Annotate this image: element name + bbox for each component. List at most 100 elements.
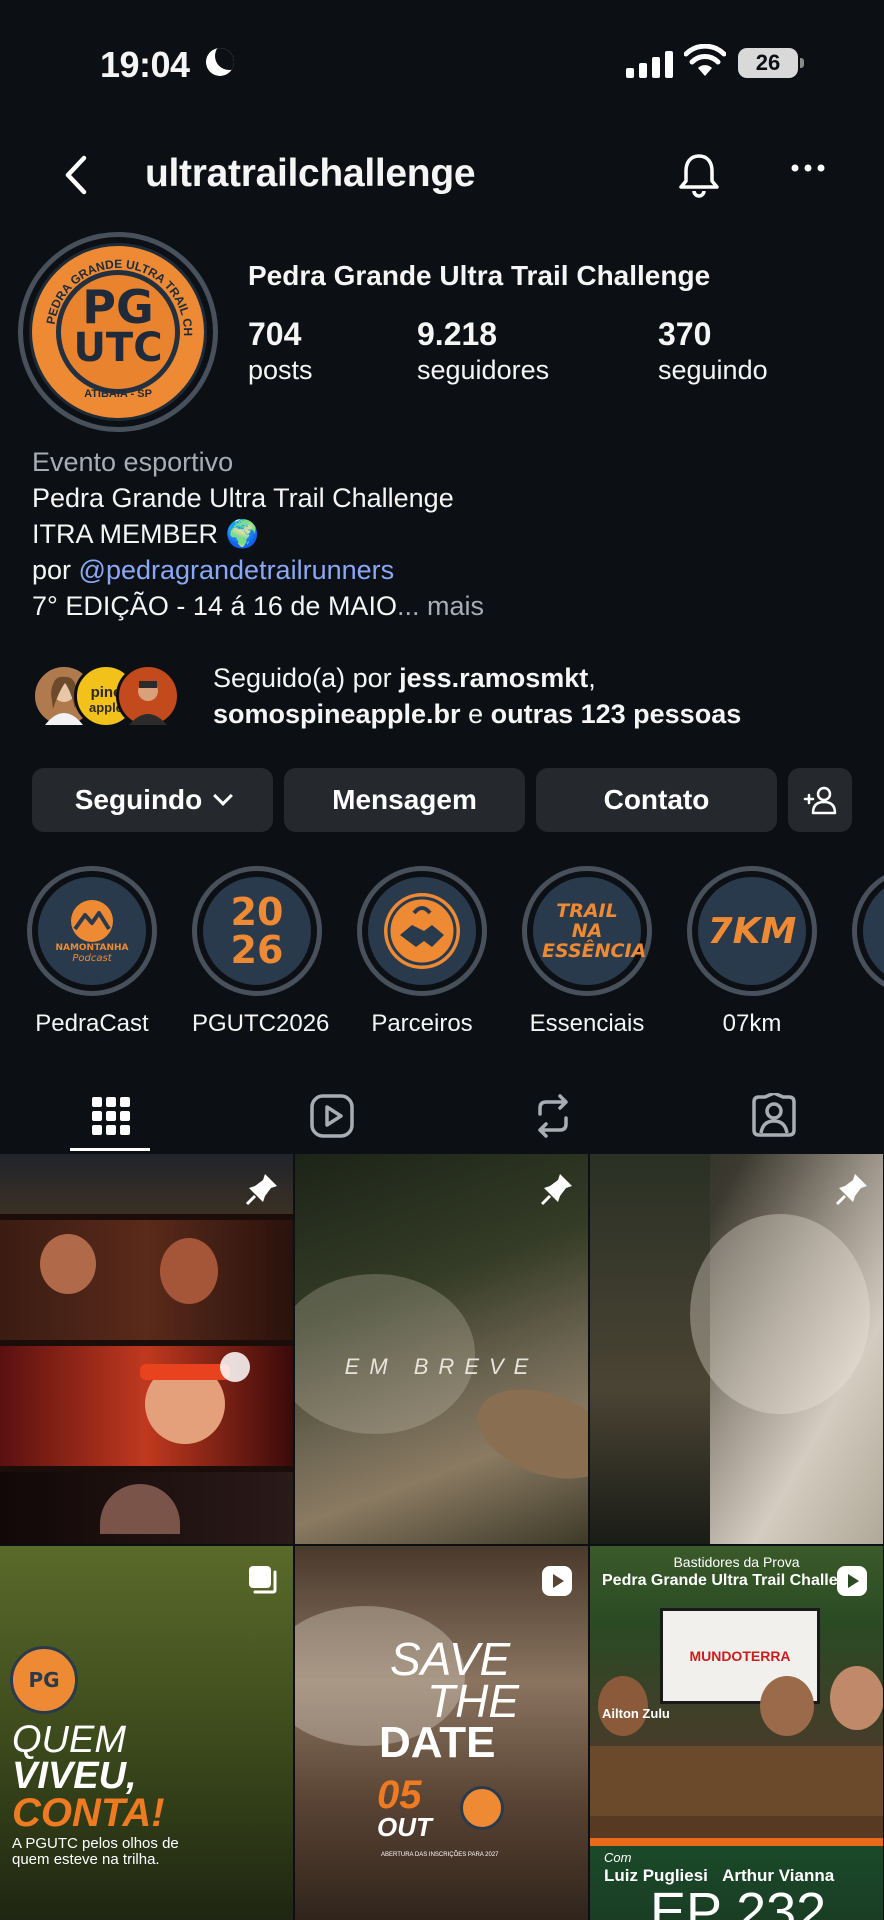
grid-icon <box>91 1097 130 1135</box>
followed-user-2[interactable]: somospineapple.br <box>213 699 461 729</box>
highlight-badge: NAMONTANHA <box>55 942 129 953</box>
post-thumbnail[interactable]: EM BREVE <box>295 1154 588 1544</box>
pin-icon <box>835 1174 867 1206</box>
add-person-icon <box>803 786 837 815</box>
stat-following[interactable]: 370 seguindo <box>658 316 858 386</box>
highlight-badge: 7KM <box>707 910 797 952</box>
chevron-down-icon <box>213 786 234 806</box>
highlight-label: PedraCast <box>35 1010 149 1037</box>
pgutc-logo-small <box>460 1786 504 1830</box>
profile-bio: Evento esportivo Pedra Grande Ultra Trai… <box>32 444 484 624</box>
tab-posts-grid[interactable] <box>0 1080 221 1152</box>
highlight-badge-sub: Podcast <box>72 952 112 964</box>
bio-line-mention: por @pedragrandetrailrunners <box>32 552 484 588</box>
post6-brand: MUNDOTERRA <box>689 1648 791 1664</box>
highlight-badge: TRAIL NA ESSÊNCIA <box>542 900 647 962</box>
bio-edition: 7° EDIÇÃO - 14 á 16 de MAIO <box>32 591 397 621</box>
followed-middle: e <box>460 699 491 729</box>
followed-by-text: Seguido(a) por jess.ramosmkt, somospinea… <box>213 660 741 732</box>
battery-level: 26 <box>755 50 781 75</box>
bio-category: Evento esportivo <box>32 447 234 477</box>
post6-guest: Ailton Zulu <box>602 1706 670 1721</box>
following-label: Seguindo <box>74 784 203 815</box>
stat-followers[interactable]: 9.218 seguidores <box>417 316 617 386</box>
tab-tagged[interactable] <box>663 1080 884 1152</box>
highlight-badge: 2026 <box>230 890 284 972</box>
logo-text: PG <box>28 1668 60 1692</box>
profile-username: ultratrailchallenge <box>145 152 476 195</box>
back-arrow-icon[interactable] <box>58 152 98 198</box>
reel-icon <box>837 1566 867 1596</box>
carousel-icon <box>249 1566 277 1594</box>
highlight-label: Essenciais <box>529 1010 645 1037</box>
save-date-month: OUT <box>377 1812 432 1842</box>
status-bar: 19:04 26 <box>0 0 884 120</box>
avatar-utc: UTC <box>73 325 163 371</box>
highlight-parceiros[interactable]: Parceiros <box>357 866 487 1038</box>
cellular-signal-icon <box>626 50 673 78</box>
message-button[interactable]: Mensagem <box>284 768 525 832</box>
stat-label: seguidores <box>417 355 550 385</box>
tab-reels[interactable] <box>221 1080 442 1152</box>
pgutc-logo: PG <box>10 1646 78 1714</box>
followed-by-row[interactable]: pine apple Seguido(a) por jess.ramosmkt, … <box>32 660 862 736</box>
profile-tabs <box>0 1080 884 1152</box>
post-thumbnail[interactable] <box>590 1154 883 1544</box>
avatar-logo: PEDRA GRANDE ULTRA TRAIL CHALLENGE PG UT… <box>29 243 207 421</box>
suggest-people-button[interactable] <box>788 768 852 832</box>
profile-display-name: Pedra Grande Ultra Trail Challenge <box>248 260 711 291</box>
highlight-essenciais[interactable]: TRAIL NA ESSÊNCIA Essenciais <box>522 866 652 1038</box>
post-thumbnail[interactable] <box>0 1154 293 1544</box>
post-thumbnail[interactable]: PG QUEM VIVEU, CONTA! A PGUTC pelos olho… <box>0 1546 293 1920</box>
post-caption-overlay: EM BREVE <box>344 1354 539 1379</box>
repost-icon <box>537 1094 568 1138</box>
avatar-pg: PG <box>82 280 154 334</box>
bio-prefix: por <box>32 555 79 585</box>
followed-prefix: Seguido(a) por <box>213 663 400 693</box>
message-label: Mensagem <box>332 784 477 815</box>
reel-icon <box>542 1566 572 1596</box>
followed-user-1[interactable]: jess.ramosmkt <box>399 663 588 693</box>
save-the-date-2: THE <box>427 1675 519 1727</box>
tagged-person-icon <box>751 1093 796 1137</box>
active-tab-indicator <box>70 1148 150 1151</box>
pin-icon <box>540 1174 572 1206</box>
following-button[interactable]: Seguindo <box>32 768 273 832</box>
handshake-icon <box>384 893 460 969</box>
highlight-pgutc2026[interactable]: 2026 PGUTC2026 <box>192 866 330 1038</box>
stat-label: seguindo <box>658 355 768 385</box>
stat-value: 9.218 <box>417 316 498 352</box>
post6-episode: EP 232 <box>650 1882 827 1920</box>
moon-icon <box>206 48 234 76</box>
bio-more-link[interactable]: mais <box>427 591 484 621</box>
bio-line: Pedra Grande Ultra Trail Challenge <box>32 483 454 513</box>
highlight-partial[interactable] <box>852 866 884 996</box>
post-headline-2: VIVEU, <box>12 1755 137 1797</box>
bio-mention-link[interactable]: @pedragrandetrailrunners <box>79 555 395 585</box>
more-options-icon[interactable] <box>790 162 826 174</box>
highlight-07km[interactable]: 7KM 07km <box>687 866 817 1038</box>
mountain-icon <box>71 899 113 942</box>
highlight-label: Parceiros <box>371 1010 473 1037</box>
save-date-sub: ABERTURA DAS INSCRIÇÕES PARA 2027 <box>381 1852 499 1858</box>
highlight-pedracast[interactable]: NAMONTANHA Podcast PedraCast <box>27 866 157 1038</box>
highlight-label: PGUTC2026 <box>192 1010 330 1037</box>
follower-avatar <box>116 664 180 728</box>
bell-icon[interactable] <box>674 150 724 200</box>
tab-reposts[interactable] <box>442 1080 663 1152</box>
post-subcaption: A PGUTC pelos olhos de quem esteve na tr… <box>12 1835 179 1868</box>
profile-avatar[interactable]: PEDRA GRANDE ULTRA TRAIL CHALLENGE PG UT… <box>18 232 218 432</box>
profile-header: ultratrailchallenge <box>0 140 884 210</box>
bio-line: ITRA MEMBER 🌍 <box>32 519 260 549</box>
save-the-date-1: SAVE <box>390 1633 511 1685</box>
save-the-date-3: DATE <box>379 1718 496 1767</box>
wifi-icon <box>684 44 726 76</box>
post-thumbnail[interactable]: SAVE THE DATE 05 OUT ABERTURA DAS INSCRI… <box>295 1546 588 1920</box>
contact-button[interactable]: Contato <box>536 768 777 832</box>
followed-others[interactable]: outras 123 pessoas <box>491 699 742 729</box>
post-thumbnail[interactable]: Bastidores da Prova Pedra Grande Ultra T… <box>590 1546 883 1920</box>
pin-icon <box>245 1174 277 1206</box>
battery-icon: 26 <box>738 48 804 78</box>
followed-comma: , <box>588 663 596 693</box>
post6-com: Com <box>604 1850 632 1865</box>
